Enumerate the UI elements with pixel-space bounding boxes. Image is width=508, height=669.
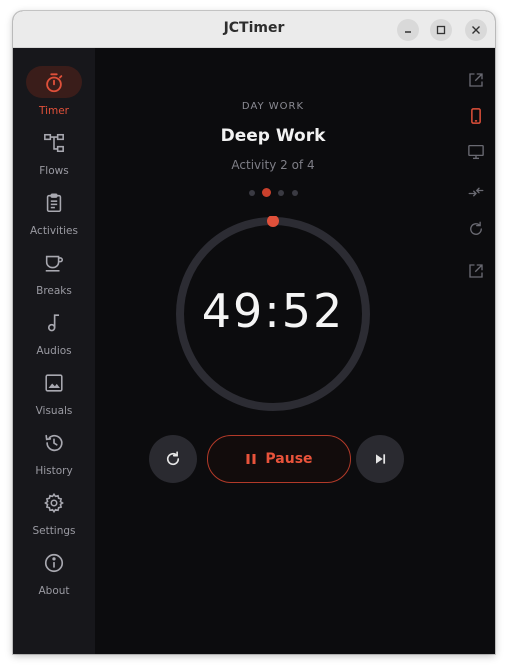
refresh-button[interactable]: [465, 218, 487, 240]
coffee-cup-icon: [40, 249, 68, 277]
sidebar-item-breaks[interactable]: Breaks: [13, 249, 95, 309]
open-external-button[interactable]: [465, 69, 487, 91]
view-mode-rail: [457, 48, 495, 654]
sidebar-item-history[interactable]: History: [13, 429, 95, 489]
maximize-button[interactable]: [430, 19, 452, 41]
step-dot: [278, 190, 284, 196]
sidebar-item-label: About: [38, 585, 70, 597]
sidebar-item-activities[interactable]: Activities: [13, 189, 95, 249]
step-dot: [292, 190, 298, 196]
image-icon: [40, 369, 68, 397]
sidebar-item-label: Activities: [30, 225, 78, 237]
sidebar-item-audios[interactable]: Audios: [13, 309, 95, 369]
step-dot-active: [262, 188, 271, 197]
window-title: JCTimer: [223, 20, 285, 36]
sidebar-item-settings[interactable]: Settings: [13, 489, 95, 549]
restart-button[interactable]: [149, 435, 197, 483]
music-note-icon: [40, 309, 68, 337]
sidebar-item-label: History: [35, 465, 73, 477]
maximize-icon: [436, 25, 446, 35]
step-dot: [249, 190, 255, 196]
sidebar-item-flows[interactable]: Flows: [13, 129, 95, 189]
popout-button[interactable]: [465, 260, 487, 282]
sidebar-item-label: Audios: [36, 345, 72, 357]
flow-name: DAY WORK: [241, 101, 305, 112]
pause-icon: [246, 454, 256, 464]
refresh-icon: [166, 451, 180, 466]
refresh-icon: [470, 221, 482, 235]
skip-next-icon: [376, 454, 386, 464]
minimize-icon: [405, 31, 411, 33]
sidebar-item-label: Timer: [38, 105, 69, 117]
ring-progress-knob: [267, 216, 279, 227]
pause-label: Pause: [265, 451, 313, 467]
monitor-icon: [468, 144, 484, 160]
clipboard-icon: [40, 189, 68, 217]
title-bar[interactable]: JCTimer: [13, 11, 495, 48]
info-icon: [40, 549, 68, 577]
phone-icon: [471, 108, 481, 124]
sidebar-item-label: Settings: [32, 525, 76, 537]
sidebar-item-label: Flows: [39, 165, 69, 177]
activity-name: Deep Work: [220, 126, 326, 146]
sidebar-item-visuals[interactable]: Visuals: [13, 369, 95, 429]
close-button[interactable]: [465, 19, 487, 41]
external-link-icon: [469, 73, 483, 87]
sidebar-item-timer[interactable]: Timer: [13, 66, 95, 129]
external-link-icon: [469, 264, 483, 278]
skip-button[interactable]: [356, 435, 404, 483]
time-remaining: 49:52: [201, 284, 345, 338]
timer-panel: DAY WORK Deep Work Activity 2 of 4 49:52…: [95, 48, 495, 654]
flow-icon: [40, 129, 68, 157]
pause-button[interactable]: Pause: [207, 435, 351, 483]
sidebar-item-label: Visuals: [35, 405, 73, 417]
app-window: JCTimer Timer Flows Activities Breaks Au…: [13, 11, 495, 654]
monitor-view-button[interactable]: [465, 141, 487, 163]
sidebar-item-about[interactable]: About: [13, 549, 95, 609]
swap-arrows-icon: [468, 187, 484, 197]
close-icon: [472, 26, 480, 34]
gear-icon: [40, 489, 68, 517]
swap-button[interactable]: [465, 181, 487, 203]
stopwatch-icon: [40, 69, 68, 97]
history-icon: [40, 429, 68, 457]
activity-progress: Activity 2 of 4: [231, 158, 315, 172]
sidebar: Timer Flows Activities Breaks Audios Vis…: [13, 48, 95, 654]
sidebar-item-label: Breaks: [36, 285, 72, 297]
phone-view-button[interactable]: [465, 105, 487, 127]
minimize-button[interactable]: [397, 19, 419, 41]
